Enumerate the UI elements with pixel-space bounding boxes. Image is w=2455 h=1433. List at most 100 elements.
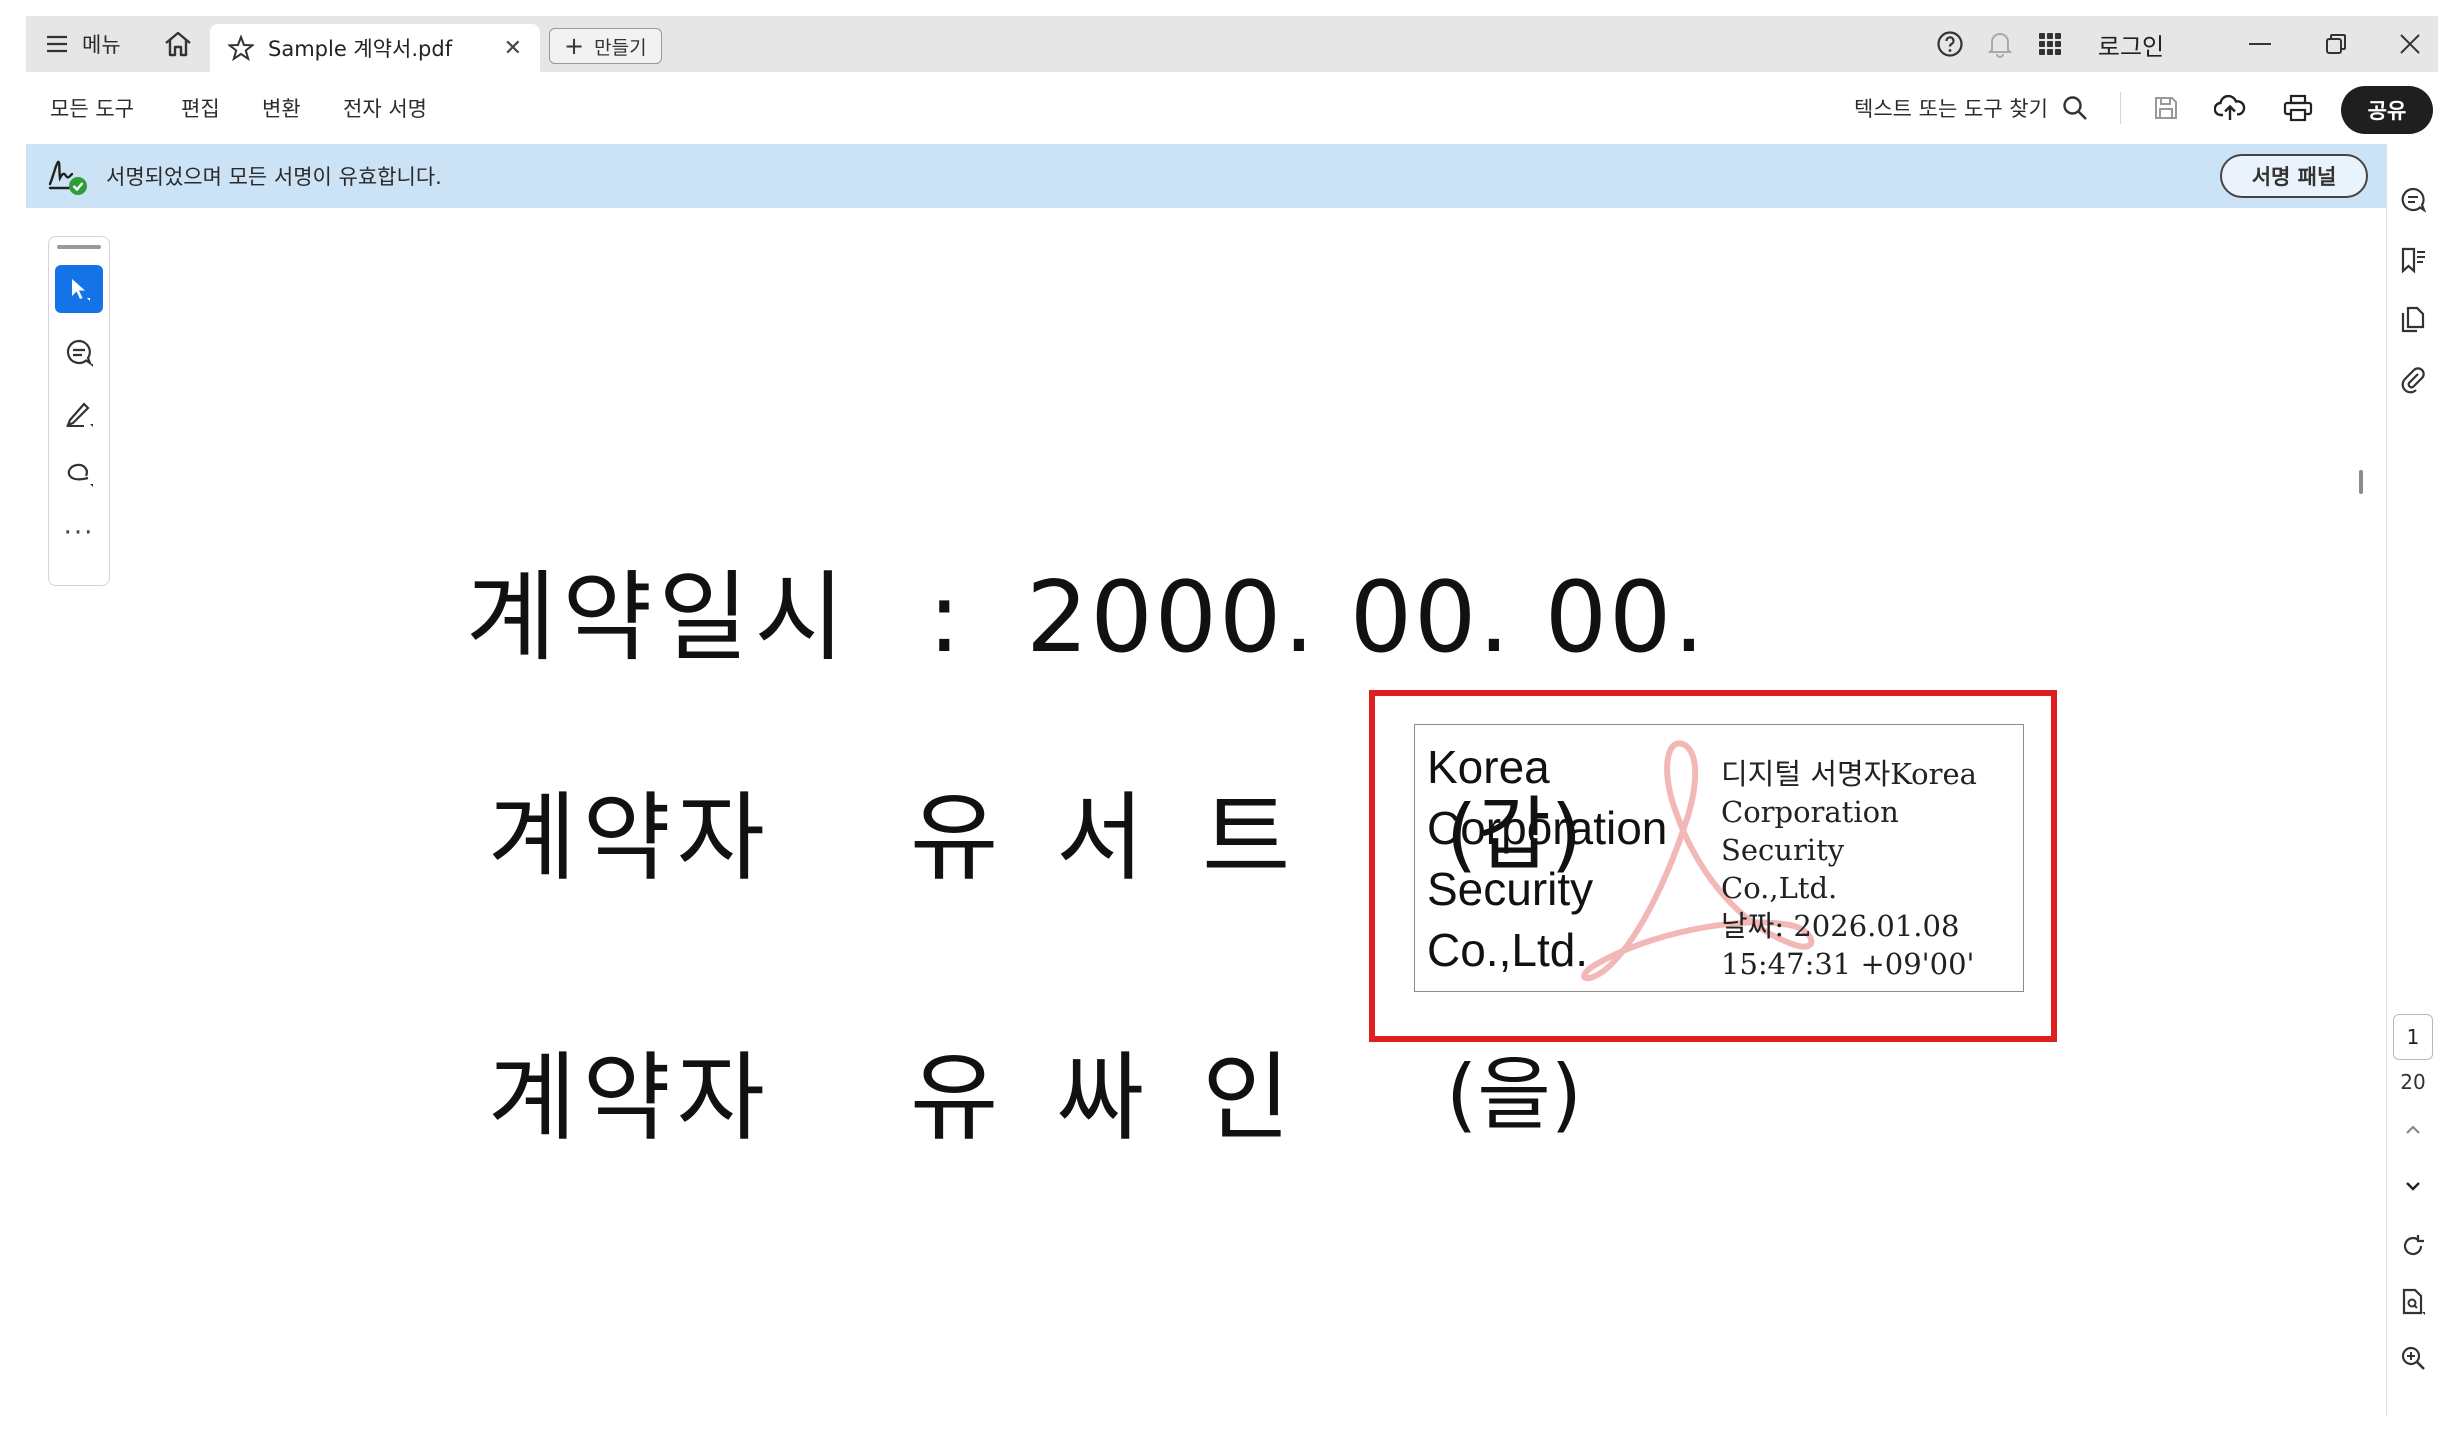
close-tab-icon[interactable]: ✕ xyxy=(504,36,522,61)
save-button[interactable] xyxy=(2142,72,2190,144)
contract-date-line: 계약일시 : 2000. 00. 00. xyxy=(466,538,1707,680)
new-label: 만들기 xyxy=(594,36,647,59)
chevron-down-icon xyxy=(2406,1182,2420,1191)
party1-role: (갑) xyxy=(1446,788,1583,881)
apps-grid-icon xyxy=(2039,33,2061,55)
cursor-icon xyxy=(72,279,90,301)
find-tools-search[interactable]: 텍스트 또는 도구 찾기 xyxy=(1826,72,2116,144)
current-page-input[interactable]: 1 xyxy=(2393,1014,2433,1060)
contract-date-label: 계약일시 xyxy=(466,561,851,675)
party1-name-char: 유 xyxy=(910,782,999,894)
close-window-button[interactable] xyxy=(2384,16,2436,72)
home-icon xyxy=(165,31,191,57)
close-icon xyxy=(2400,34,2420,54)
party2-name: 유싸인 xyxy=(910,1020,1348,1159)
page-view-button[interactable] xyxy=(2393,1282,2433,1322)
party2-role: (을) xyxy=(1446,1048,1583,1141)
login-button[interactable]: 로그인 xyxy=(2086,16,2176,72)
rail-drag-handle[interactable] xyxy=(57,245,101,249)
contract-date-separator: : xyxy=(927,561,963,675)
signer-line: Co.,Ltd. xyxy=(1427,924,1589,976)
rotate-icon xyxy=(2403,1235,2424,1256)
menu-convert-label: 변환 xyxy=(262,97,301,121)
quick-tools-rail: ··· xyxy=(48,236,110,586)
bookmarks-panel-button[interactable] xyxy=(2393,240,2433,280)
bookmark-icon xyxy=(2401,247,2425,274)
pen-icon xyxy=(66,402,93,427)
notification-button[interactable] xyxy=(1976,16,2024,72)
signature-status-banner: 서명되었으며 모든 서명이 유효합니다. 서명 패널 xyxy=(26,144,2386,208)
cloud-upload-icon xyxy=(2214,94,2246,120)
contract-date-value: 2000. 00. 00. xyxy=(1025,561,1707,675)
zoom-in-button[interactable] xyxy=(2393,1338,2433,1378)
home-button[interactable] xyxy=(156,16,200,72)
pages-icon xyxy=(2401,306,2425,333)
hamburger-icon xyxy=(47,35,67,53)
party1-label: 계약자 xyxy=(488,782,771,894)
menu-convert[interactable]: 변환 xyxy=(262,72,301,144)
comments-panel-button[interactable] xyxy=(2393,180,2433,220)
party2-label: 계약자 xyxy=(488,1042,771,1154)
banner-message: 서명되었으며 모든 서명이 유효합니다. xyxy=(106,165,442,189)
signature-detail-line: Co.,Ltd. xyxy=(1721,871,1838,905)
toolbar-separator xyxy=(2120,92,2121,124)
document-tab[interactable]: Sample 계약서.pdf ✕ xyxy=(210,24,540,72)
more-tools-button[interactable]: ··· xyxy=(55,509,103,557)
total-pages: 20 xyxy=(2400,1070,2426,1094)
login-label: 로그인 xyxy=(2097,32,2165,61)
title-bar: 메뉴 Sample 계약서.pdf ✕ + 만들기 로그인 xyxy=(26,16,2438,72)
comment-tool-button[interactable] xyxy=(55,329,103,377)
party2-name-char: 인 xyxy=(1202,1042,1291,1154)
lasso-icon xyxy=(67,463,93,487)
menu-edit-label: 편집 xyxy=(181,97,220,121)
signature-panel-button[interactable]: 서명 패널 xyxy=(2220,154,2368,198)
signature-valid-icon xyxy=(48,160,87,195)
document-page: 계약일시 : 2000. 00. 00. 계약자 유서트 계약자 유싸인 (을)… xyxy=(26,208,2386,1416)
party1-name-char: 트 xyxy=(1202,782,1291,894)
minimize-icon xyxy=(2249,43,2271,45)
menu-e-sign-label: 전자 서명 xyxy=(343,97,427,121)
signature-detail-line: 디지털 서명자Korea xyxy=(1721,757,1977,791)
menu-edit[interactable]: 편집 xyxy=(181,72,220,144)
restore-icon xyxy=(2326,34,2346,54)
printer-icon xyxy=(2283,94,2313,122)
next-page-button[interactable] xyxy=(2393,1166,2433,1206)
comment-icon xyxy=(66,339,93,367)
draw-tool-button[interactable] xyxy=(55,389,103,437)
search-icon xyxy=(2063,96,2087,120)
acrobat-window: 메뉴 Sample 계약서.pdf ✕ + 만들기 로그인 모든 도구 편집 변… xyxy=(26,16,2438,1416)
bell-icon xyxy=(1987,33,2013,58)
rotate-button[interactable] xyxy=(2393,1226,2433,1266)
share-label: 공유 xyxy=(2367,99,2407,123)
signature-detail-line: 날짜: 2026.01.08 xyxy=(1721,909,1960,943)
share-button[interactable]: 공유 xyxy=(2341,86,2433,134)
right-side-panel: 1 20 xyxy=(2386,144,2438,1416)
attachments-panel-button[interactable] xyxy=(2393,360,2433,400)
vertical-scrollbar[interactable] xyxy=(2359,470,2363,494)
upload-cloud-button[interactable] xyxy=(2206,72,2254,144)
previous-page-button[interactable] xyxy=(2393,1110,2433,1150)
menu-e-sign[interactable]: 전자 서명 xyxy=(343,72,427,144)
help-button[interactable] xyxy=(1926,16,1974,72)
find-label: 텍스트 또는 도구 찾기 xyxy=(1854,97,2048,121)
apps-button[interactable] xyxy=(2026,16,2074,72)
minimize-button[interactable] xyxy=(2234,16,2286,72)
save-icon xyxy=(2155,97,2177,119)
menu-button[interactable]: 메뉴 xyxy=(46,16,121,72)
comment-icon xyxy=(2401,187,2427,213)
page-search-icon xyxy=(2402,1288,2425,1315)
pages-panel-button[interactable] xyxy=(2393,300,2433,340)
select-tool-button[interactable] xyxy=(55,265,103,313)
signature-panel-label: 서명 패널 xyxy=(2251,165,2337,189)
menu-all-tools-label: 모든 도구 xyxy=(50,97,134,121)
tab-title: Sample 계약서.pdf xyxy=(268,37,453,61)
print-button[interactable] xyxy=(2274,72,2322,144)
freehand-tool-button[interactable] xyxy=(55,449,103,497)
menu-all-tools[interactable]: 모든 도구 xyxy=(50,72,134,144)
restore-button[interactable] xyxy=(2310,16,2362,72)
new-create-button[interactable]: + 만들기 xyxy=(549,28,662,64)
signature-details: 디지털 서명자Korea Corporation Security Co.,Lt… xyxy=(1721,755,2021,983)
star-icon[interactable] xyxy=(228,35,254,61)
party2-name-char: 유 xyxy=(910,1042,999,1154)
main-toolbar: 모든 도구 편집 변환 전자 서명 텍스트 또는 도구 찾기 공유 xyxy=(26,72,2438,144)
